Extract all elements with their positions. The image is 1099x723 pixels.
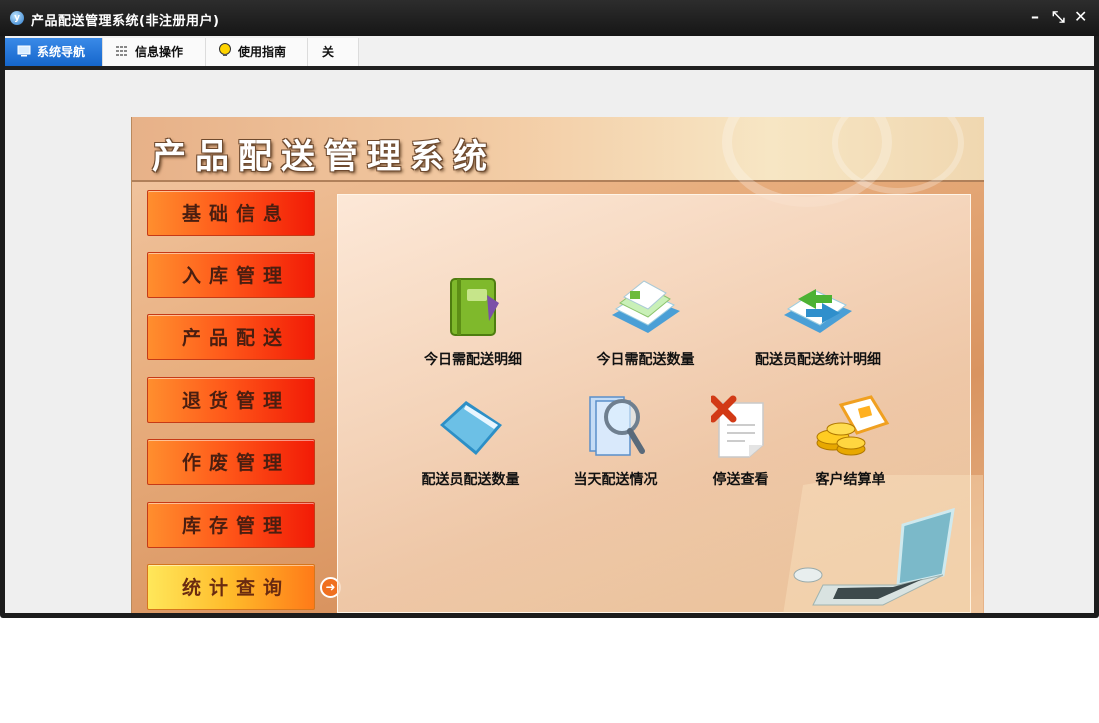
tab-label: 信息操作 — [135, 45, 184, 59]
function-courier-delivery-quantity[interactable]: 配送员配送数量 — [413, 395, 528, 489]
transfer-arrows-icon — [784, 289, 852, 333]
tab-information-operation[interactable]: 信息操作 — [103, 38, 206, 66]
nav-product-delivery-button[interactable]: 产品配送 — [147, 314, 315, 360]
function-today-delivery-details[interactable]: 今日需配送明细 — [418, 275, 528, 369]
cancel-document-icon — [709, 395, 764, 458]
magnifier-icon — [588, 396, 645, 456]
tab-system-navigation[interactable]: 系统导航 — [5, 38, 103, 66]
nav-inventory-management-button[interactable]: 库存管理 — [147, 502, 315, 548]
title-bar[interactable]: y 产品配送管理系统(非注册用户) – ⤡ ✕ — [0, 0, 1099, 36]
menu-tab-bar: 系统导航 信息操作 使用指南 关于 — [5, 36, 1094, 87]
grid-icon — [116, 46, 127, 56]
tab-label: 系统导航 — [37, 45, 86, 59]
coins-document-icon — [816, 395, 889, 456]
tab-about[interactable]: 关于 — [308, 38, 359, 87]
system-title: 产品配送管理系统 — [152, 137, 496, 177]
function-courier-delivery-statistics[interactable]: 配送员配送统计明细 — [743, 275, 893, 369]
close-button[interactable]: ✕ — [1074, 8, 1087, 26]
panel-header: 产品配送管理系统 — [132, 117, 984, 207]
tab-user-guide[interactable]: 使用指南 — [206, 38, 308, 66]
restore-button[interactable]: ⤡ — [1052, 8, 1065, 26]
window-title: 产品配送管理系统(非注册用户) — [31, 14, 220, 29]
blue-folder-icon — [439, 401, 502, 455]
function-today-delivery-quantity[interactable]: 今日需配送数量 — [588, 275, 703, 369]
monitor-icon — [17, 45, 31, 57]
function-customer-settlement[interactable]: 客户结算单 — [803, 393, 898, 489]
nav-inbound-management-button[interactable]: 入库管理 — [147, 252, 315, 298]
lightbulb-icon — [219, 43, 231, 56]
function-stop-delivery-view[interactable]: 停送查看 — [698, 395, 783, 489]
function-today-delivery-status[interactable]: 当天配送情况 — [563, 393, 668, 489]
nav-statistics-query-button[interactable]: 统计查询 ➜ — [147, 564, 341, 610]
laptop-illustration — [783, 475, 983, 613]
tab-label: 使用指南 — [238, 45, 287, 59]
nav-void-management-button[interactable]: 作废管理 — [147, 439, 315, 485]
main-panel: 产品配送管理系统 基础信息 入库管理 产品配送 退货管理 作废管理 库存管理 统… — [131, 117, 984, 613]
minimize-button[interactable]: – — [1031, 8, 1039, 26]
app-logo-icon: y — [10, 11, 24, 25]
nav-basic-info-button[interactable]: 基础信息 — [147, 190, 315, 236]
function-area: 今日需配送明细 今日需配送数量 配送员配送统计明细 配送员配送数量 当天配送情况… — [337, 194, 983, 613]
green-book-icon — [450, 278, 499, 336]
stacked-documents-icon — [611, 280, 680, 333]
nav-return-management-button[interactable]: 退货管理 — [147, 377, 315, 423]
app-window: y 产品配送管理系统(非注册用户) – ⤡ ✕ 系统导航 信息操作 使用指南 关… — [0, 0, 1099, 618]
